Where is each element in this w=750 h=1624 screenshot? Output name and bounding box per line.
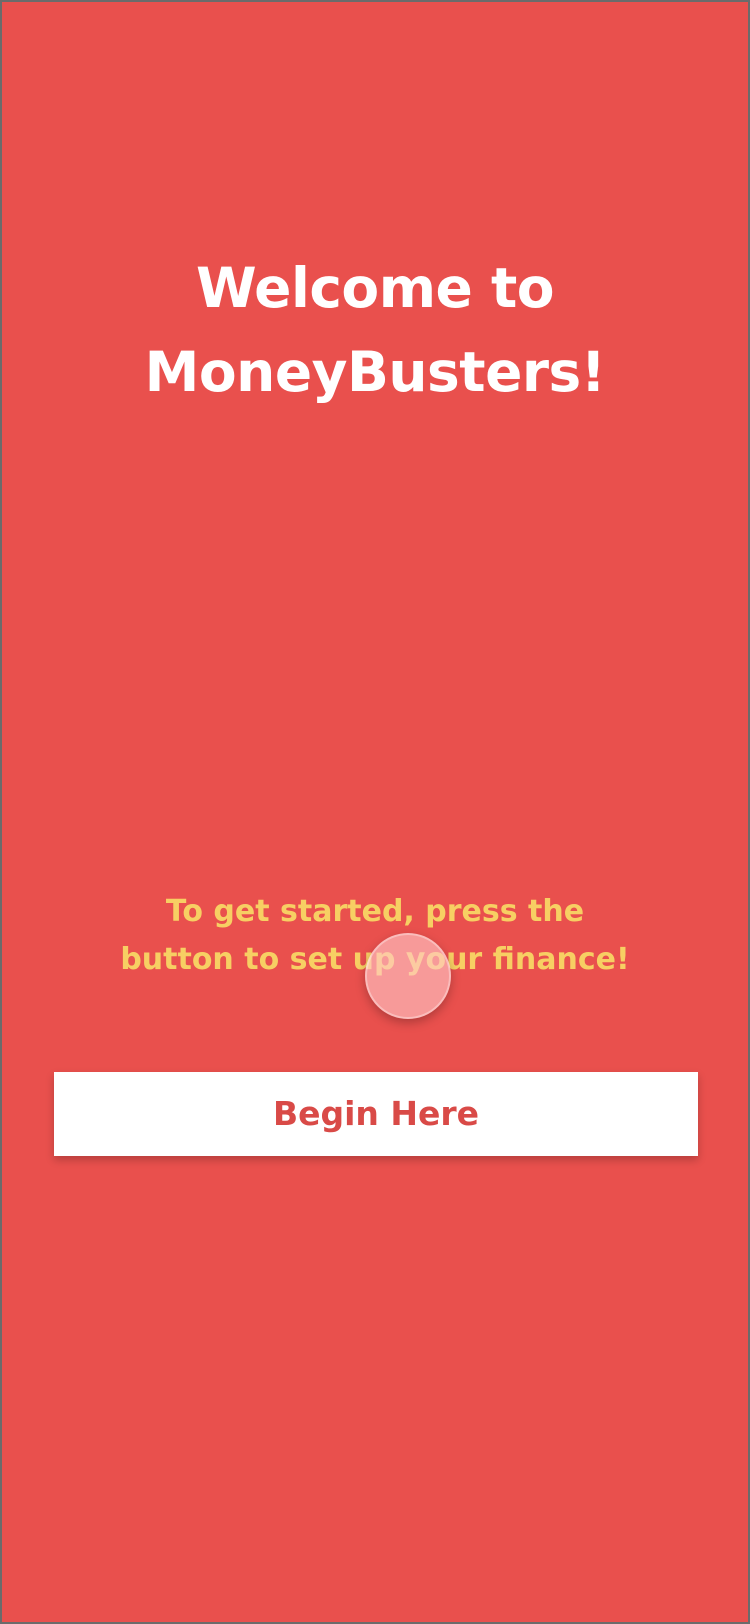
instruction-line1: To get started, press the bbox=[165, 894, 585, 929]
welcome-screen: Welcome to MoneyBusters! To get started,… bbox=[2, 2, 748, 1622]
touch-indicator bbox=[365, 933, 451, 1019]
begin-here-button[interactable]: Begin Here bbox=[54, 1072, 698, 1156]
welcome-title: Welcome to MoneyBusters! bbox=[2, 246, 748, 414]
welcome-title-line2: MoneyBusters! bbox=[144, 340, 606, 404]
welcome-title-line1: Welcome to bbox=[195, 256, 555, 320]
